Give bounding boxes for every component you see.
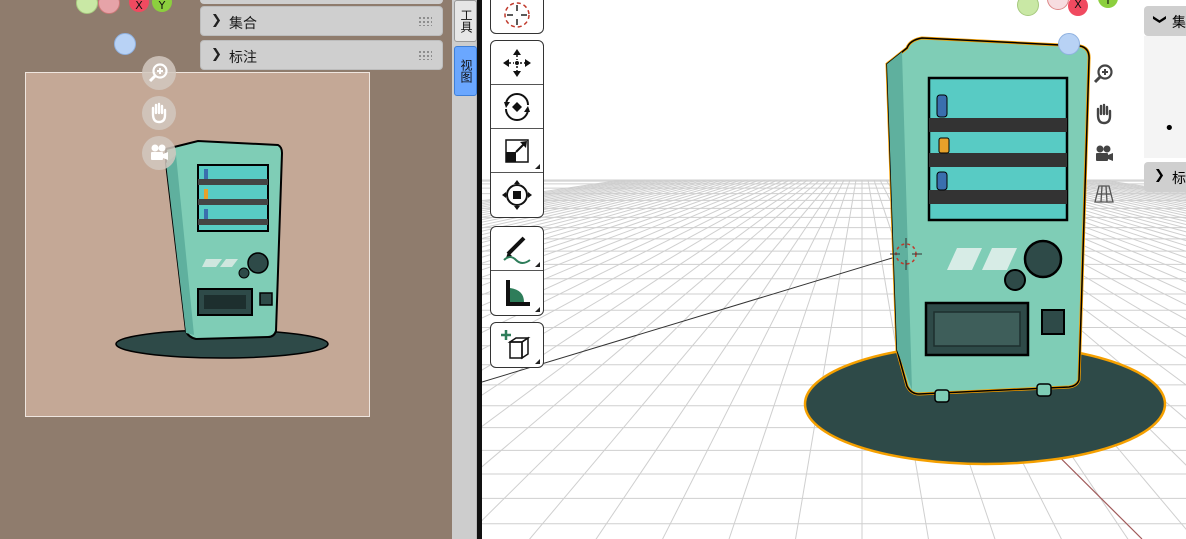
panel-annotation-label: 标注: [229, 50, 257, 66]
tab-view-label: 视图: [459, 59, 473, 83]
main-3d-viewport[interactable]: [482, 0, 1186, 539]
gizmo-y-label: Y: [158, 0, 166, 12]
submenu-corner-icon: [535, 359, 540, 364]
panel-collection[interactable]: ❯ 集合: [200, 6, 443, 36]
measure-icon: [506, 280, 530, 306]
right-panel-body: •: [1144, 36, 1186, 158]
submenu-corner-icon: [535, 262, 540, 267]
zoom-button[interactable]: [142, 56, 176, 90]
tool-annotate-button[interactable]: [491, 227, 543, 271]
rotate-icon: [504, 92, 530, 121]
gizmo-z-dot[interactable]: [114, 33, 136, 55]
transform-tool-group: [490, 40, 544, 218]
tool-cursor-button[interactable]: [490, 0, 544, 34]
chevron-right-icon: ❯: [211, 13, 222, 28]
vending-machine-thumbnail: [115, 139, 329, 359]
chevron-down-icon: ❯: [1151, 14, 1167, 25]
right-panel-collection[interactable]: ❯ 集: [1144, 6, 1186, 36]
gizmo-y-label-main: Y: [1104, 0, 1112, 7]
gizmo-z-dot-main[interactable]: [1058, 33, 1080, 55]
panel-collection-label: 集合: [229, 16, 257, 32]
chevron-right-icon: ❯: [1154, 168, 1165, 183]
camera-frame: [25, 72, 370, 417]
panel-top-edge: [200, 0, 443, 4]
tool-move-button[interactable]: [491, 41, 543, 85]
gizmo-neg-x-dot[interactable]: [98, 0, 120, 14]
sidebar-tab-strip: 工具 视图: [452, 0, 477, 539]
add-tool-group: [490, 322, 544, 368]
camera-icon: [1096, 145, 1113, 161]
gizmo-neg-y-dot[interactable]: [76, 0, 98, 14]
drag-grip-icon[interactable]: [418, 16, 432, 26]
tool-rotate-button[interactable]: [491, 85, 543, 129]
hand-pan-icon: [1096, 103, 1112, 125]
grid-perspective-icon: [1094, 185, 1114, 203]
camera-view-button-main[interactable]: [1090, 140, 1118, 168]
annotate-icon: [503, 236, 531, 264]
tool-transform-button[interactable]: [491, 173, 543, 217]
chevron-right-icon: ❯: [211, 47, 222, 62]
annotate-tool-group: [490, 226, 544, 316]
scene-canvas: [482, 0, 1186, 539]
right-panel-annotation[interactable]: ❯ 标: [1144, 162, 1186, 192]
move-icon: [503, 48, 531, 77]
panel-annotation[interactable]: ❯ 标注: [200, 40, 443, 70]
submenu-corner-icon: [535, 307, 540, 312]
gizmo-x-label-main: X: [1074, 0, 1082, 11]
submenu-corner-icon: [535, 164, 540, 169]
gizmo-x-label: X: [135, 0, 143, 12]
cursor-icon: [504, 2, 530, 28]
pan-button-main[interactable]: [1090, 100, 1118, 128]
zoom-button-main[interactable]: [1090, 60, 1118, 88]
zoom-icon: [148, 63, 168, 83]
camera-viewport[interactable]: X Y ❯ 集合 ❯ 标注: [0, 0, 452, 539]
tab-tool[interactable]: 工具: [454, 0, 477, 42]
tool-add-cube-button[interactable]: [491, 323, 543, 367]
camera-view-button[interactable]: [142, 136, 176, 170]
pan-button[interactable]: [142, 96, 176, 130]
list-bullet: •: [1164, 118, 1175, 139]
transform-icon: [502, 180, 532, 210]
drag-grip-icon[interactable]: [418, 50, 432, 60]
perspective-toggle-button[interactable]: [1090, 180, 1118, 208]
zoom-icon: [1093, 64, 1113, 84]
tab-view[interactable]: 视图: [454, 46, 477, 96]
right-panel-collection-label: 集: [1172, 15, 1186, 31]
add-cube-icon: [501, 330, 531, 360]
gizmo-y-axis[interactable]: Y: [152, 0, 172, 12]
scale-icon: [505, 138, 529, 163]
gizmo-x-axis[interactable]: X: [129, 0, 149, 12]
camera-icon: [151, 144, 168, 160]
tool-scale-button[interactable]: [491, 129, 543, 173]
tab-tool-label: 工具: [459, 9, 473, 33]
right-panel-annotation-label: 标: [1172, 171, 1186, 187]
tool-measure-button[interactable]: [491, 271, 543, 315]
hand-pan-icon: [151, 102, 167, 124]
